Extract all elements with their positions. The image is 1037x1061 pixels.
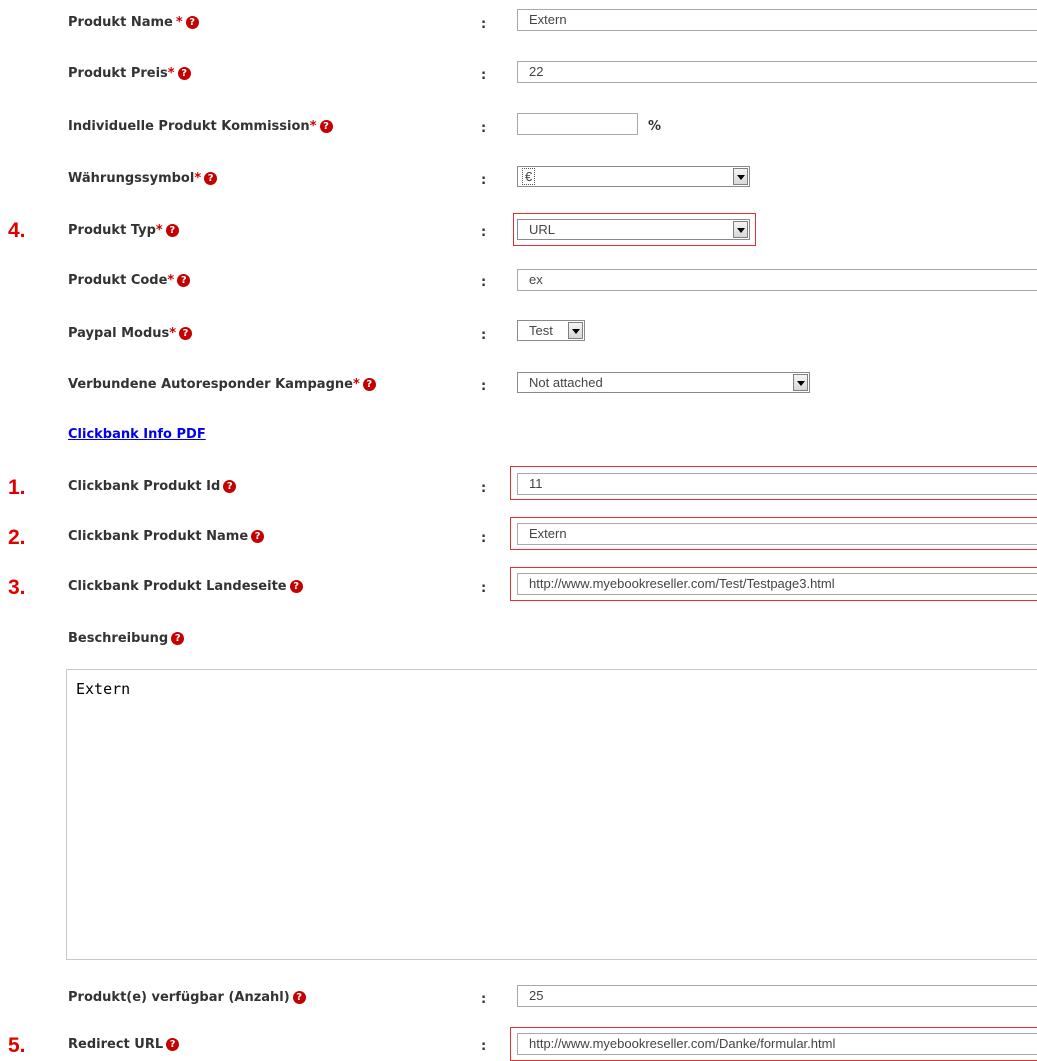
help-icon[interactable]: ?	[185, 16, 199, 29]
required-asterisk: *	[194, 171, 202, 186]
required-asterisk: *	[169, 326, 177, 341]
colon-separator: :	[481, 173, 487, 188]
required-asterisk: *	[309, 119, 317, 134]
annotation-number-1: 1.	[8, 476, 26, 499]
help-icon[interactable]: ?	[171, 632, 185, 645]
chevron-down-icon[interactable]	[733, 168, 748, 185]
annotation-number-4: 4.	[8, 219, 26, 242]
colon-separator: :	[481, 481, 487, 496]
colon-separator: :	[481, 328, 487, 343]
help-icon[interactable]: ?	[177, 274, 191, 287]
percent-unit: %	[648, 119, 662, 134]
help-icon[interactable]: ?	[251, 530, 265, 543]
colon-separator: :	[481, 275, 487, 290]
colon-separator: :	[481, 68, 487, 83]
product-code-label: Produkt Code*?	[68, 272, 191, 290]
autoresponder-select[interactable]: Not attached	[517, 372, 810, 393]
colon-separator: :	[481, 992, 487, 1007]
product-code-input[interactable]: ex	[517, 269, 1037, 291]
required-asterisk: *	[167, 66, 175, 81]
annotation-number-2: 2.	[8, 526, 26, 549]
help-icon[interactable]: ?	[292, 991, 306, 1004]
product-price-label: Produkt Preis*?	[68, 65, 191, 83]
colon-separator: :	[481, 17, 487, 32]
product-price-input[interactable]: 22	[517, 61, 1037, 83]
help-icon[interactable]: ?	[166, 1038, 180, 1051]
commission-input[interactable]	[517, 113, 638, 135]
annotation-number-3: 3.	[8, 576, 26, 599]
available-count-input[interactable]: 25	[517, 985, 1037, 1007]
help-icon[interactable]: ?	[362, 378, 376, 391]
commission-label: Individuelle Produkt Kommission*?	[68, 118, 333, 136]
help-icon[interactable]: ?	[223, 480, 237, 493]
help-icon[interactable]: ?	[289, 580, 303, 593]
paypal-mode-select[interactable]: Test	[517, 320, 585, 341]
colon-separator: :	[481, 121, 487, 136]
colon-separator: :	[481, 531, 487, 546]
colon-separator: :	[481, 225, 487, 240]
required-asterisk: *	[175, 15, 183, 30]
chevron-down-icon[interactable]	[568, 322, 583, 339]
help-icon[interactable]: ?	[177, 67, 191, 80]
redirect-url-label: Redirect URL?	[68, 1036, 180, 1054]
required-asterisk: *	[167, 273, 175, 288]
clickbank-name-input[interactable]: Extern	[517, 523, 1037, 545]
clickbank-landing-label: Clickbank Produkt Landeseite?	[68, 578, 303, 596]
currency-select[interactable]: €	[517, 166, 750, 187]
help-icon[interactable]: ?	[204, 172, 218, 185]
clickbank-info-pdf-link[interactable]: Clickbank Info PDF	[68, 426, 206, 444]
currency-label: Währungssymbol*?	[68, 170, 218, 188]
help-icon[interactable]: ?	[179, 327, 193, 340]
colon-separator: :	[481, 379, 487, 394]
colon-separator: :	[481, 581, 487, 596]
redirect-url-input[interactable]: http://www.myebookreseller.com/Danke/for…	[517, 1033, 1037, 1055]
description-textarea[interactable]: Extern	[66, 669, 1037, 960]
available-count-label: Produkt(e) verfügbar (Anzahl)?	[68, 989, 306, 1007]
paypal-mode-label: Paypal Modus*?	[68, 325, 193, 343]
product-type-select[interactable]: URL	[517, 219, 750, 240]
required-asterisk: *	[155, 223, 163, 238]
product-name-input[interactable]: Extern	[517, 9, 1037, 31]
autoresponder-label: Verbundene Autoresponder Kampagne*?	[68, 376, 376, 394]
product-name-label: Produkt Name *?	[68, 14, 199, 32]
annotation-number-5: 5.	[8, 1034, 26, 1057]
required-asterisk: *	[352, 377, 360, 392]
description-label: Beschreibung?	[68, 630, 185, 648]
chevron-down-icon[interactable]	[793, 374, 808, 391]
product-type-label: Produkt Typ*?	[68, 222, 179, 240]
help-icon[interactable]: ?	[165, 224, 179, 237]
clickbank-landing-input[interactable]: http://www.myebookreseller.com/Test/Test…	[517, 573, 1037, 595]
clickbank-id-input[interactable]: 11	[517, 473, 1037, 495]
chevron-down-icon[interactable]	[733, 221, 748, 238]
colon-separator: :	[481, 1039, 487, 1054]
clickbank-name-label: Clickbank Produkt Name?	[68, 528, 265, 546]
help-icon[interactable]: ?	[319, 120, 333, 133]
clickbank-id-label: Clickbank Produkt Id?	[68, 478, 237, 496]
